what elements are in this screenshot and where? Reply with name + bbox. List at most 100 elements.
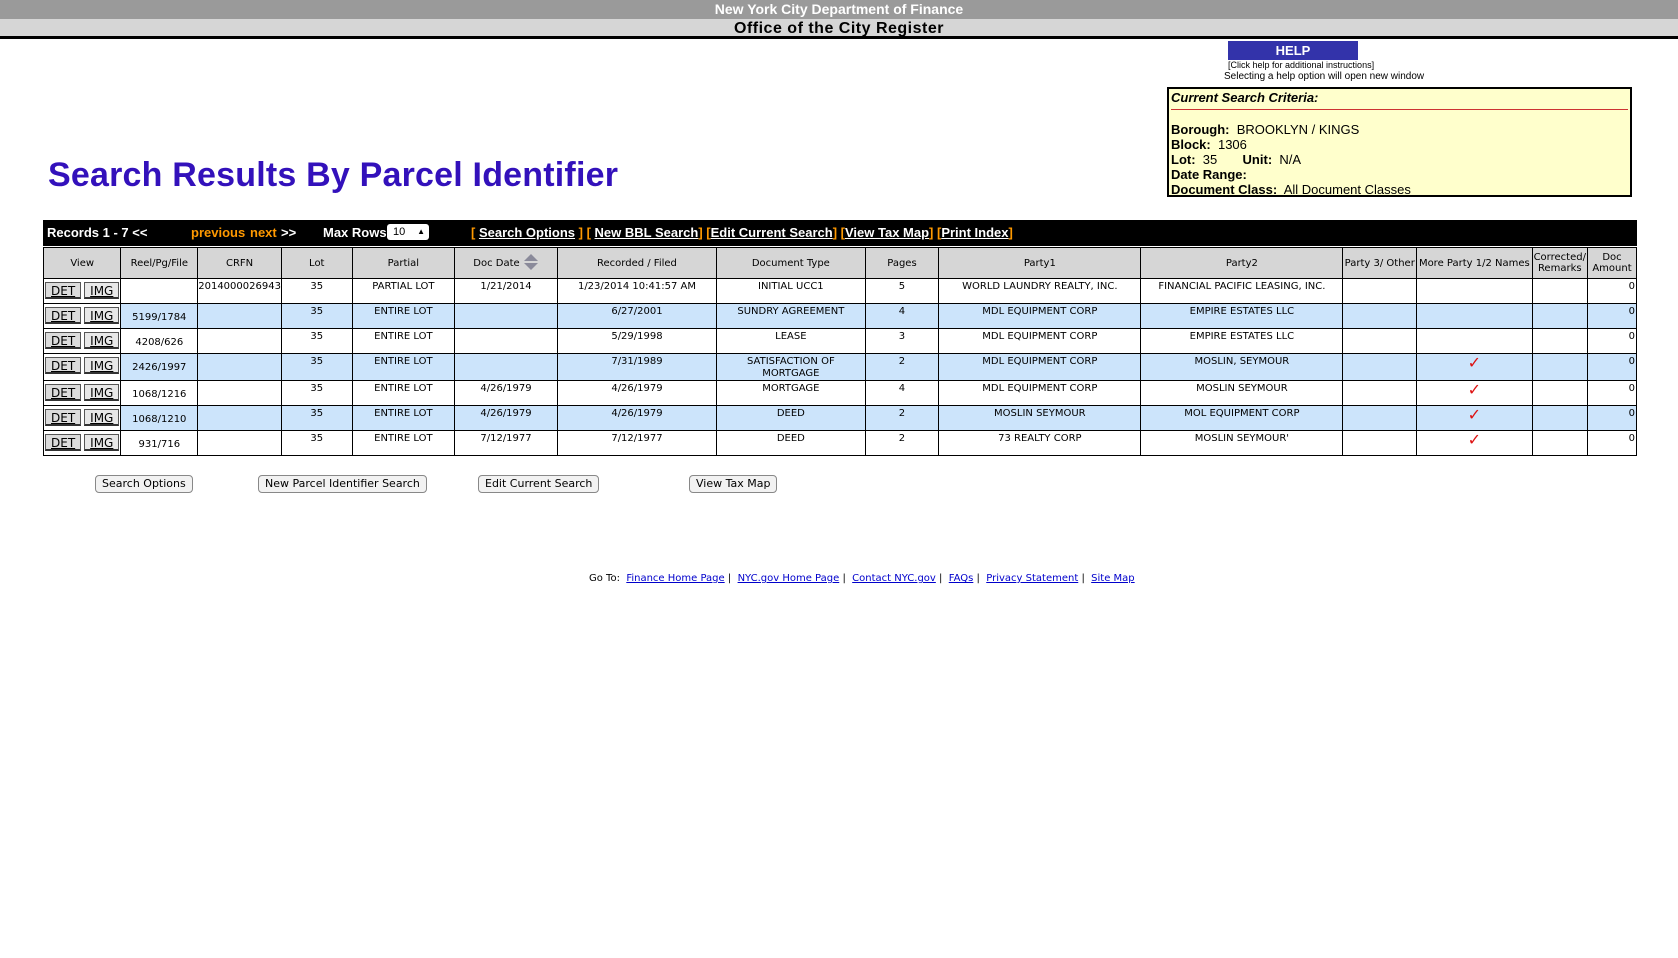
col-reel: Reel/Pg/File (120, 247, 199, 279)
criteria-title: Current Search Criteria: (1171, 90, 1628, 110)
party2-cell: MOSLIN SEYMOUR' (1140, 430, 1344, 456)
det-button[interactable]: DET (45, 409, 82, 426)
img-button[interactable]: IMG (84, 409, 120, 426)
party2-cell: MOL EQUIPMENT CORP (1140, 405, 1344, 431)
doc-date-cell: 4/26/1979 (454, 380, 558, 406)
next-arrows: >> (281, 225, 297, 240)
det-button[interactable]: DET (45, 384, 82, 401)
doc-type-cell: DEED (716, 430, 866, 456)
crfn-cell (197, 405, 282, 431)
view-cell: DET IMG (42, 430, 122, 456)
doc-type-cell: SUNDRY AGREEMENT (716, 303, 866, 329)
criteria-date-range: Date Range: (1171, 167, 1247, 182)
lot-cell: 35 (280, 380, 353, 406)
col-party2: Party2 (1140, 247, 1344, 279)
new-parcel-search-button[interactable]: New Parcel Identifier Search (258, 475, 427, 493)
results-nav-bar: Records 1 - 7 << previous next >> Max Ro… (43, 220, 1637, 246)
view-cell: DET IMG (42, 303, 122, 329)
party1-cell: WORLD LAUNDRY REALTY, INC. (938, 278, 1142, 304)
nyc-home-link[interactable]: NYC.gov Home Page (738, 573, 840, 584)
img-button[interactable]: IMG (84, 384, 120, 401)
img-button[interactable]: IMG (84, 282, 120, 299)
finance-home-link[interactable]: Finance Home Page (626, 573, 724, 584)
table-row: DET IMG 1068/1210 35 ENTIRE LOT 4/26/1979 4/26… (42, 405, 1638, 431)
amount-cell: 0 (1586, 405, 1638, 431)
crfn-cell (197, 303, 282, 329)
col-doc-date[interactable]: Doc Date (454, 247, 558, 279)
party1-cell: MDL EQUIPMENT CORP (938, 328, 1142, 354)
view-tax-map-button[interactable]: View Tax Map (689, 475, 778, 493)
max-rows-select[interactable]: 10 ▲ (387, 224, 429, 240)
checkmark-icon: ✓ (1467, 353, 1482, 372)
partial-cell: ENTIRE LOT (351, 380, 456, 406)
party2-cell: MOSLIN, SEYMOUR (1140, 353, 1344, 381)
img-button[interactable]: IMG (84, 434, 120, 451)
col-party3: Party 3/ Other (1342, 247, 1418, 279)
party2-cell: FINANCIAL PACIFIC LEASING, INC. (1140, 278, 1344, 304)
doc-date-cell: 7/12/1977 (454, 430, 558, 456)
reel-cell: 4208/626 (120, 328, 199, 354)
doc-type-cell: LEASE (716, 328, 866, 354)
help-button[interactable]: HELP (1228, 41, 1358, 60)
corrected-cell (1531, 353, 1588, 381)
previous-link[interactable]: previous (191, 225, 245, 240)
nav-links: [ Search Options ] [ New BBL Search] [Ed… (471, 225, 1013, 240)
col-crfn: CRFN (197, 247, 282, 279)
doc-date-cell: 1/21/2014 (454, 278, 558, 304)
det-button[interactable]: DET (45, 307, 82, 324)
site-map-link[interactable]: Site Map (1091, 573, 1134, 584)
pages-cell: 2 (864, 430, 940, 456)
crfn-cell (197, 353, 282, 381)
help-window-note: Selecting a help option will open new wi… (1224, 71, 1425, 82)
lot-cell: 35 (280, 328, 353, 354)
img-button[interactable]: IMG (84, 357, 120, 374)
party2-cell: EMPIRE ESTATES LLC (1140, 303, 1344, 329)
lot-cell: 35 (280, 405, 353, 431)
det-button[interactable]: DET (45, 434, 82, 451)
criteria-doc-class: Document Class: All Document Classes (1171, 182, 1411, 197)
more-party-cell (1416, 328, 1533, 354)
img-button[interactable]: IMG (84, 307, 120, 324)
det-button[interactable]: DET (45, 282, 82, 299)
goto-label: Go To: (589, 573, 620, 584)
party3-cell (1342, 353, 1418, 381)
doc-type-cell: MORTGAGE (716, 380, 866, 406)
recorded-cell: 4/26/1979 (556, 380, 718, 406)
doc-date-cell (454, 353, 558, 381)
edit-current-search-button[interactable]: Edit Current Search (478, 475, 600, 493)
view-cell: DET IMG (42, 278, 122, 304)
page-title: Search Results By Parcel Identifier (48, 156, 619, 194)
privacy-link[interactable]: Privacy Statement (986, 573, 1078, 584)
det-button[interactable]: DET (45, 357, 82, 374)
search-options-button[interactable]: Search Options (95, 475, 193, 493)
contact-nyc-link[interactable]: Contact NYC.gov (852, 573, 936, 584)
lot-cell: 35 (280, 303, 353, 329)
reel-cell: 5199/1784 (120, 303, 199, 329)
table-header-row: View Reel/Pg/File CRFN Lot Partial Doc D… (42, 247, 1638, 279)
col-recorded: Recorded / Filed (556, 247, 718, 279)
faqs-link[interactable]: FAQs (949, 573, 974, 584)
det-button[interactable]: DET (45, 332, 82, 349)
table-row: DET IMG 931/716 35 ENTIRE LOT 7/12/1977 7/12/1… (42, 430, 1638, 456)
department-title: New York City Department of Finance (714, 1, 964, 17)
corrected-cell (1531, 405, 1588, 431)
table-row: DET IMG 2014000026943 35 PARTIAL LOT 1/21/201… (42, 278, 1638, 304)
new-bbl-search-link[interactable]: New BBL Search (595, 225, 699, 240)
pages-cell: 5 (864, 278, 940, 304)
partial-cell: ENTIRE LOT (351, 328, 456, 354)
reel-cell: 1068/1216 (120, 380, 199, 406)
max-rows-label: Max Rows (323, 225, 387, 240)
edit-current-search-link[interactable]: Edit Current Search (711, 225, 833, 240)
pages-cell: 4 (864, 303, 940, 329)
img-button[interactable]: IMG (84, 332, 120, 349)
next-link[interactable]: next (250, 225, 277, 240)
sort-icon[interactable] (523, 253, 539, 271)
party3-cell (1342, 278, 1418, 304)
search-options-link[interactable]: Search Options (479, 225, 575, 240)
view-tax-map-link[interactable]: View Tax Map (845, 225, 929, 240)
amount-cell: 0 (1586, 278, 1638, 304)
print-index-link[interactable]: Print Index (941, 225, 1008, 240)
amount-cell: 0 (1586, 380, 1638, 406)
party1-cell: MDL EQUIPMENT CORP (938, 380, 1142, 406)
recorded-cell: 1/23/2014 10:41:57 AM (556, 278, 718, 304)
